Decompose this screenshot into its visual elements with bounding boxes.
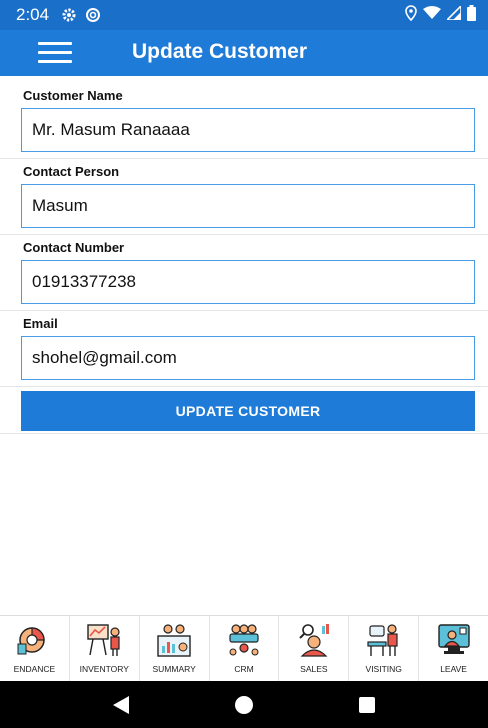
nav-label: VISITING bbox=[365, 664, 402, 674]
divider bbox=[0, 158, 488, 159]
nav-item-inventory[interactable]: INVENTORY bbox=[70, 616, 140, 681]
sales-icon bbox=[299, 624, 329, 657]
settings-gear-icon bbox=[61, 7, 77, 23]
menu-hamburger-icon[interactable] bbox=[38, 42, 72, 64]
nav-label: CRM bbox=[234, 664, 254, 674]
status-time: 2:04 bbox=[16, 5, 50, 24]
attendance-icon bbox=[17, 627, 46, 655]
battery-icon bbox=[467, 4, 476, 26]
nav-item-crm[interactable]: CRM bbox=[210, 616, 280, 681]
crm-icon bbox=[229, 624, 259, 656]
nav-label: SUMMARY bbox=[152, 664, 196, 674]
nav-item-leave[interactable]: LEAVE bbox=[419, 616, 488, 681]
email-input[interactable] bbox=[21, 336, 475, 380]
home-icon[interactable] bbox=[232, 693, 256, 717]
system-nav-bar bbox=[0, 681, 488, 728]
nav-item-visiting[interactable]: VISITING bbox=[349, 616, 420, 681]
contact-number-input[interactable] bbox=[21, 260, 475, 304]
nav-label: INVENTORY bbox=[79, 664, 129, 674]
nav-label: LEAVE bbox=[440, 664, 467, 674]
visiting-icon bbox=[367, 624, 398, 656]
nav-label: ENDANCE bbox=[13, 664, 56, 674]
nav-item-attendance[interactable]: ENDANCE bbox=[0, 616, 70, 681]
summary-icon bbox=[157, 624, 191, 657]
inventory-icon bbox=[87, 624, 120, 656]
contact-person-input[interactable] bbox=[21, 184, 475, 228]
update-customer-button[interactable]: UPDATE CUSTOMER bbox=[21, 391, 475, 431]
recents-icon[interactable] bbox=[355, 693, 379, 717]
leave-icon bbox=[437, 624, 470, 654]
contact-person-label: Contact Person bbox=[23, 164, 120, 179]
nav-label: SALES bbox=[300, 664, 328, 674]
divider bbox=[0, 234, 488, 235]
divider bbox=[0, 433, 488, 434]
divider bbox=[0, 310, 488, 311]
sync-icon bbox=[85, 7, 101, 23]
page-title: Update Customer bbox=[132, 40, 308, 63]
status-bar: 2:04 bbox=[0, 0, 488, 30]
bottom-nav: ENDANCE INVENTORY SUMMARY CRM SALES VISI… bbox=[0, 615, 488, 681]
customer-name-label: Customer Name bbox=[23, 88, 123, 103]
nav-item-sales[interactable]: SALES bbox=[279, 616, 350, 681]
email-label: Email bbox=[23, 316, 58, 331]
signal-icon bbox=[445, 4, 462, 25]
divider bbox=[0, 386, 488, 387]
wifi-icon bbox=[423, 5, 441, 25]
location-icon bbox=[405, 4, 417, 26]
back-icon[interactable] bbox=[109, 693, 133, 717]
customer-name-input[interactable] bbox=[21, 108, 475, 152]
nav-item-summary[interactable]: SUMMARY bbox=[140, 616, 210, 681]
contact-number-label: Contact Number bbox=[23, 240, 125, 255]
app-bar: Update Customer bbox=[0, 30, 488, 76]
